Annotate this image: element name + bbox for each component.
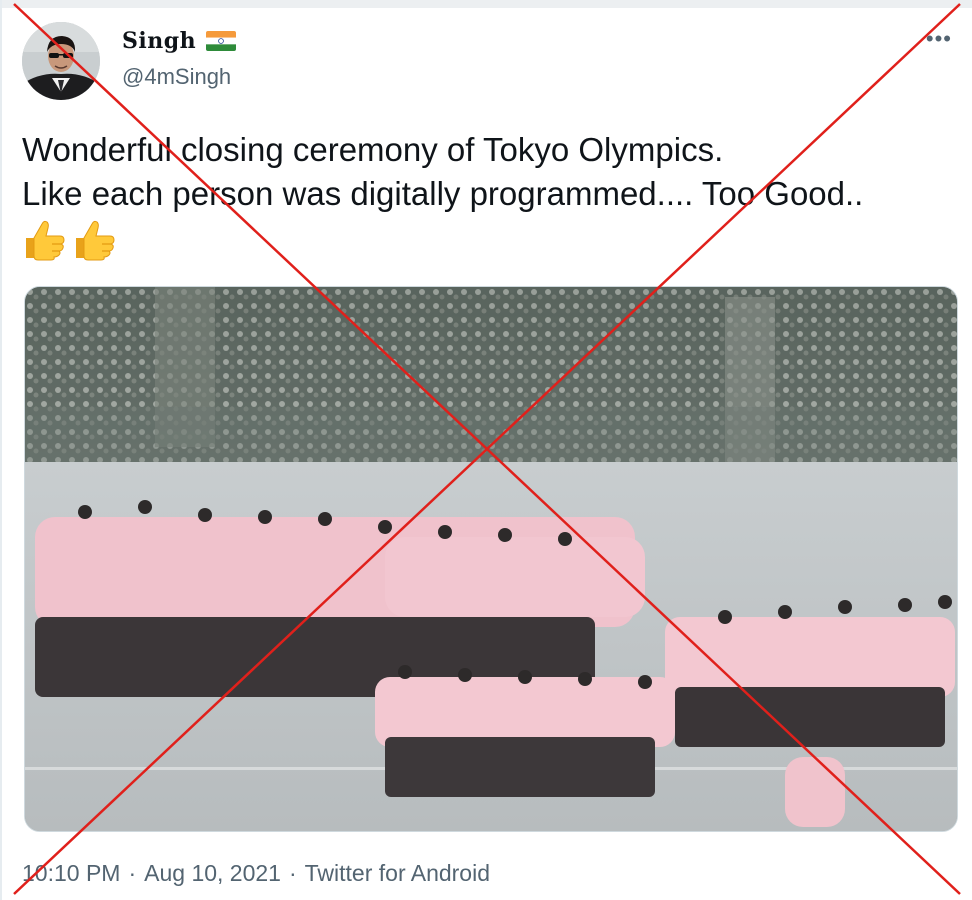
tweet-text-line: Wonderful closing ceremony of Tokyo Olym… (22, 131, 724, 168)
meta-separator: · (128, 860, 137, 886)
more-options-icon[interactable]: ••• (926, 26, 952, 52)
tweet-text-line: Like each person was digitally programme… (22, 175, 864, 212)
emoji-row (22, 218, 962, 262)
tweet-time[interactable]: 10:10 PM (22, 860, 120, 887)
tweet-text: Wonderful closing ceremony of Tokyo Olym… (22, 128, 962, 262)
tweet-meta: 10:10 PM · Aug 10, 2021 · Twitter for An… (22, 860, 490, 887)
avatar-photo-icon (22, 22, 100, 100)
video-thumbnail-icon (25, 287, 957, 831)
tweet-date[interactable]: Aug 10, 2021 (144, 860, 281, 887)
india-flag-icon (206, 31, 237, 51)
user-handle[interactable]: @4mSingh (122, 64, 231, 90)
tweet-card: Singh @4mSingh ••• Wonderful closing cer… (0, 0, 972, 900)
avatar[interactable] (22, 22, 100, 100)
display-name-row: Singh (122, 28, 237, 54)
video-thumbnail[interactable] (24, 286, 958, 832)
meta-separator: · (288, 860, 297, 886)
tweet-source[interactable]: Twitter for Android (305, 860, 490, 887)
thumbs-up-icon (26, 220, 65, 261)
thumbs-up-icon (76, 220, 115, 261)
display-name[interactable]: Singh (122, 28, 196, 54)
